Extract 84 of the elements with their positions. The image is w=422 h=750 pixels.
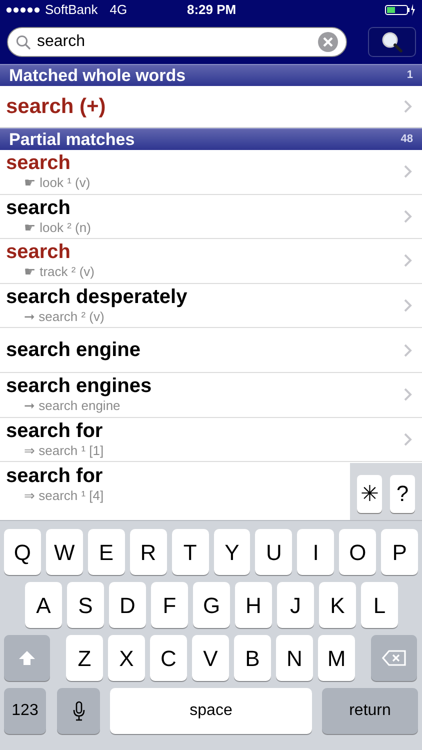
key[interactable]: Y (214, 529, 250, 575)
entry-reference: ☛ look ² (n) (23, 218, 91, 236)
key[interactable]: Z (66, 635, 103, 681)
entry-title: search desperately (6, 286, 188, 308)
key[interactable]: Q (4, 529, 41, 575)
key[interactable]: P (381, 529, 418, 575)
result-row[interactable]: search for ⇒ search ¹ [4] (0, 462, 350, 507)
section-count: 48 (400, 132, 413, 148)
search-icon (16, 34, 31, 50)
chevron-icon (404, 165, 412, 178)
chevron-icon (404, 254, 412, 268)
key[interactable]: U (255, 529, 292, 575)
carrier-name: SoftBank (45, 1, 98, 20)
chevron-icon (404, 210, 412, 223)
entry-reference: ☛ track ² (v) (23, 263, 94, 280)
entry-reference: ⇒ search ¹ [1] (23, 442, 104, 459)
key[interactable]: J (277, 582, 314, 628)
chevron-icon (404, 100, 412, 113)
delete-key[interactable] (371, 635, 417, 681)
shift-key[interactable] (4, 635, 50, 681)
key[interactable]: R (130, 529, 167, 575)
key[interactable]: N (276, 635, 313, 681)
entry-title: search (+) (6, 96, 106, 118)
chevron-icon (404, 344, 412, 357)
entry-title: search engines (6, 375, 152, 398)
network-type: 4G (110, 1, 128, 20)
entry-title: search (6, 241, 72, 264)
result-row[interactable]: search engines ➞ search engine (0, 372, 422, 418)
dictation-key[interactable] (57, 688, 100, 734)
entry-reference: ➞ search ² (v) (23, 308, 106, 326)
clock-time: 8:29 PM (187, 1, 236, 20)
search-button[interactable] (368, 27, 416, 57)
chevron-icon (404, 388, 412, 402)
result-row[interactable]: search ☛ look ¹ (v) (0, 150, 422, 195)
key[interactable]: G (193, 582, 230, 628)
key[interactable]: A (25, 582, 62, 628)
entry-title: search (6, 152, 72, 174)
entry-title: search engine (6, 339, 141, 362)
key[interactable]: D (109, 582, 146, 628)
battery-charging-icon (385, 4, 416, 16)
search-field[interactable]: search (7, 27, 347, 57)
key[interactable]: E (88, 529, 125, 575)
result-row[interactable]: search for ⇒ search ¹ [1] (0, 418, 422, 462)
result-row[interactable]: search desperately ➞ search ² (v) (0, 284, 422, 328)
entry-title: search for (6, 464, 104, 487)
key[interactable]: C (150, 635, 187, 681)
shift-icon (18, 650, 36, 666)
entry-reference: ☛ look ¹ (v) (23, 174, 90, 192)
section-title: Matched whole words (9, 64, 186, 87)
key[interactable]: W (46, 529, 83, 575)
entry-title: search for (6, 420, 104, 442)
key[interactable]: H (235, 582, 272, 628)
key[interactable]: O (339, 529, 376, 575)
return-key[interactable]: return (322, 688, 418, 734)
entry-reference: ⇒ search ¹ [4] (23, 486, 104, 504)
key[interactable]: K (319, 582, 356, 628)
entry-title: search (6, 196, 72, 219)
result-row[interactable]: search ☛ track ² (v) (0, 239, 422, 284)
numbers-key[interactable]: 123 (4, 688, 46, 734)
key[interactable]: V (192, 635, 229, 681)
key[interactable]: S (67, 582, 104, 628)
microphone-icon (72, 701, 84, 721)
entry-reference: ➞ search engine (23, 397, 122, 414)
key[interactable]: B (234, 635, 271, 681)
backspace-icon (382, 650, 406, 666)
wildcard-key[interactable]: ? (390, 475, 415, 513)
key[interactable]: T (172, 529, 209, 575)
chevron-icon (404, 299, 412, 312)
key[interactable]: I (297, 529, 334, 575)
chevron-icon (404, 432, 412, 446)
clear-icon[interactable] (318, 32, 338, 52)
section-count: 1 (406, 68, 413, 84)
result-row[interactable]: search ☛ look ² (n) (0, 194, 422, 240)
key[interactable]: L (361, 582, 398, 628)
key[interactable]: F (151, 582, 188, 628)
key[interactable]: X (108, 635, 145, 681)
section-title: Partial matches (9, 128, 135, 151)
result-row[interactable]: search engine (0, 328, 422, 373)
magnifier-icon (381, 31, 403, 53)
key[interactable]: M (318, 635, 355, 681)
signal-icon (6, 7, 42, 13)
search-text[interactable]: search (37, 30, 86, 54)
space-key[interactable]: space (110, 688, 312, 734)
wildcard-key[interactable]: ✳ (357, 475, 382, 513)
